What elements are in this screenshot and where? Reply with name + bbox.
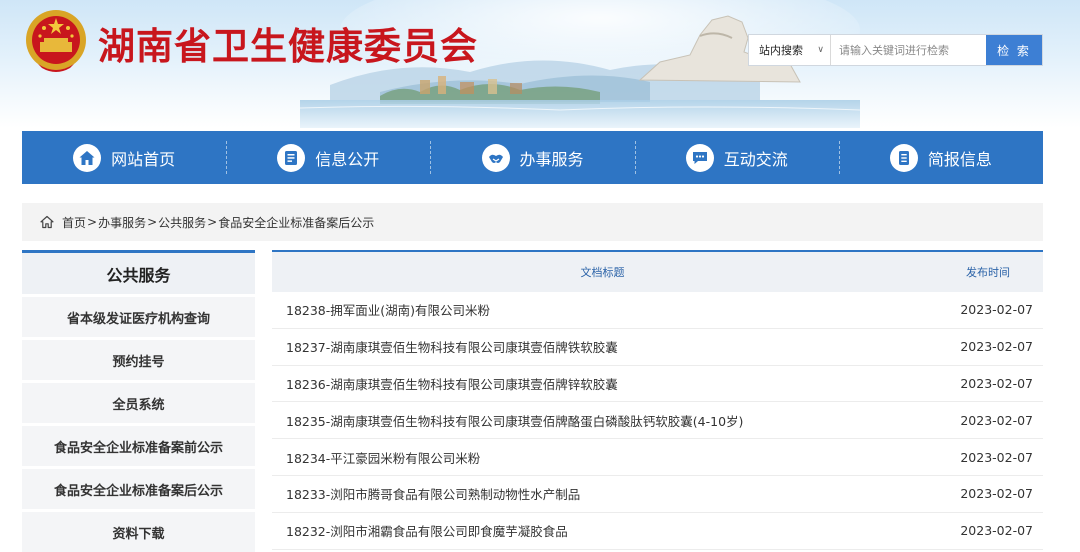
document-date: 2023-02-07 (960, 375, 1033, 391)
document-date: 2023-02-07 (960, 339, 1033, 355)
nav-item-label: 网站首页 (111, 149, 176, 169)
document-link[interactable]: 18237-湖南康琪壹佰生物科技有限公司康琪壹佰牌铁软胶囊 (272, 337, 933, 356)
nav-item-label: 信息公开 (315, 149, 380, 169)
breadcrumb-item-public-services[interactable]: 公共服务 (158, 214, 206, 231)
sidebar-item-post-filing-notice[interactable]: 食品安全企业标准备案后公示 (22, 469, 255, 509)
briefing-icon (889, 143, 918, 172)
sidebar-item-pre-filing-notice[interactable]: 食品安全企业标准备案前公示 (22, 426, 255, 466)
home-icon (73, 143, 102, 172)
search-input[interactable] (831, 35, 986, 65)
home-outline-icon (40, 215, 54, 229)
table-row: 18235-湖南康琪壹佰生物科技有限公司康琪壹佰牌酪蛋白磷酸肽钙软胶囊(4-10… (272, 402, 1043, 440)
document-date: 2023-02-07 (960, 302, 1033, 318)
breadcrumb: 首页 > 办事服务 > 公共服务 > 食品安全企业标准备案后公示 (22, 203, 1043, 241)
table-row: 18233-浏阳市腾哥食品有限公司熟制动物性水产制品 2023-02-07 (272, 476, 1043, 513)
search-scope-select[interactable]: 站内搜索 ∨ (749, 35, 831, 65)
document-icon (277, 143, 306, 172)
handshake-icon (481, 143, 510, 172)
sidebar: 公共服务 省本级发证医疗机构查询 预约挂号 全员系统 食品安全企业标准备案前公示… (22, 250, 255, 552)
document-date: 2023-02-07 (960, 486, 1033, 502)
column-header-title: 文档标题 (580, 266, 625, 279)
document-date: 2023-02-07 (960, 523, 1033, 539)
document-link[interactable]: 18233-浏阳市腾哥食品有限公司熟制动物性水产制品 (272, 484, 933, 503)
national-emblem-icon (26, 10, 86, 72)
document-table: 文档标题 发布时间 18238-拥军面业(湖南)有限公司米粉 2023-02-0… (272, 250, 1043, 550)
document-link[interactable]: 18235-湖南康琪壹佰生物科技有限公司康琪壹佰牌酪蛋白磷酸肽钙软胶囊(4-10… (272, 411, 933, 430)
nav-item-interaction[interactable]: 互动交流 (634, 131, 839, 184)
document-date: 2023-02-07 (960, 412, 1033, 428)
table-row: 18238-拥军面业(湖南)有限公司米粉 2023-02-07 (272, 292, 1043, 329)
breadcrumb-current: 食品安全企业标准备案后公示 (218, 215, 375, 230)
document-date: 2023-02-07 (960, 449, 1033, 465)
table-row: 18232-浏阳市湘霸食品有限公司即食魔芋凝胶食品 2023-02-07 (272, 513, 1043, 550)
nav-item-home[interactable]: 网站首页 (22, 131, 226, 184)
table-row: 18234-平江豪园米粉有限公司米粉 2023-02-07 (272, 439, 1043, 476)
sidebar-item-population-system[interactable]: 全员系统 (22, 383, 255, 423)
table-row: 18236-湖南康琪壹佰生物科技有限公司康琪壹佰牌锌软胶囊 2023-02-07 (272, 366, 1043, 403)
nav-item-briefing[interactable]: 简报信息 (838, 131, 1043, 184)
table-row: 18237-湖南康琪壹佰生物科技有限公司康琪壹佰牌铁软胶囊 2023-02-07 (272, 329, 1043, 366)
search-box: 站内搜索 ∨ 检 索 (748, 34, 1043, 66)
sidebar-title: 公共服务 (22, 250, 255, 294)
sidebar-item-appointment[interactable]: 预约挂号 (22, 340, 255, 380)
document-link[interactable]: 18236-湖南康琪壹佰生物科技有限公司康琪壹佰牌锌软胶囊 (272, 374, 933, 393)
nav-item-label: 办事服务 (519, 149, 584, 169)
nav-item-label: 互动交流 (723, 149, 788, 169)
chat-icon (685, 143, 714, 172)
document-link[interactable]: 18232-浏阳市湘霸食品有限公司即食魔芋凝胶食品 (272, 521, 933, 540)
search-button[interactable]: 检 索 (986, 35, 1042, 65)
document-link[interactable]: 18234-平江豪园米粉有限公司米粉 (272, 448, 933, 467)
breadcrumb-item-home[interactable]: 首页 (62, 214, 86, 231)
document-link[interactable]: 18238-拥军面业(湖南)有限公司米粉 (272, 300, 933, 319)
breadcrumb-separator: > (147, 215, 158, 229)
table-header: 文档标题 发布时间 (272, 250, 1043, 292)
site-header: 湖南省卫生健康委员会 站内搜索 ∨ 检 索 (0, 0, 1080, 128)
chevron-down-icon: ∨ (817, 45, 824, 55)
nav-item-label: 简报信息 (927, 149, 992, 169)
breadcrumb-item-services[interactable]: 办事服务 (98, 214, 146, 231)
sidebar-item-medical-institution-query[interactable]: 省本级发证医疗机构查询 (22, 297, 255, 337)
sidebar-item-downloads[interactable]: 资料下载 (22, 512, 255, 552)
nav-item-services[interactable]: 办事服务 (430, 131, 634, 184)
main-nav: 网站首页 信息公开 办事服务 互动交流 简报信息 (22, 131, 1043, 184)
breadcrumb-separator: > (207, 215, 218, 229)
breadcrumb-separator: > (87, 215, 98, 229)
column-header-date: 发布时间 (966, 266, 1010, 279)
site-title: 湖南省卫生健康委员会 (98, 25, 478, 68)
nav-item-info-disclosure[interactable]: 信息公开 (226, 131, 430, 184)
search-scope-label: 站内搜索 (759, 44, 803, 57)
